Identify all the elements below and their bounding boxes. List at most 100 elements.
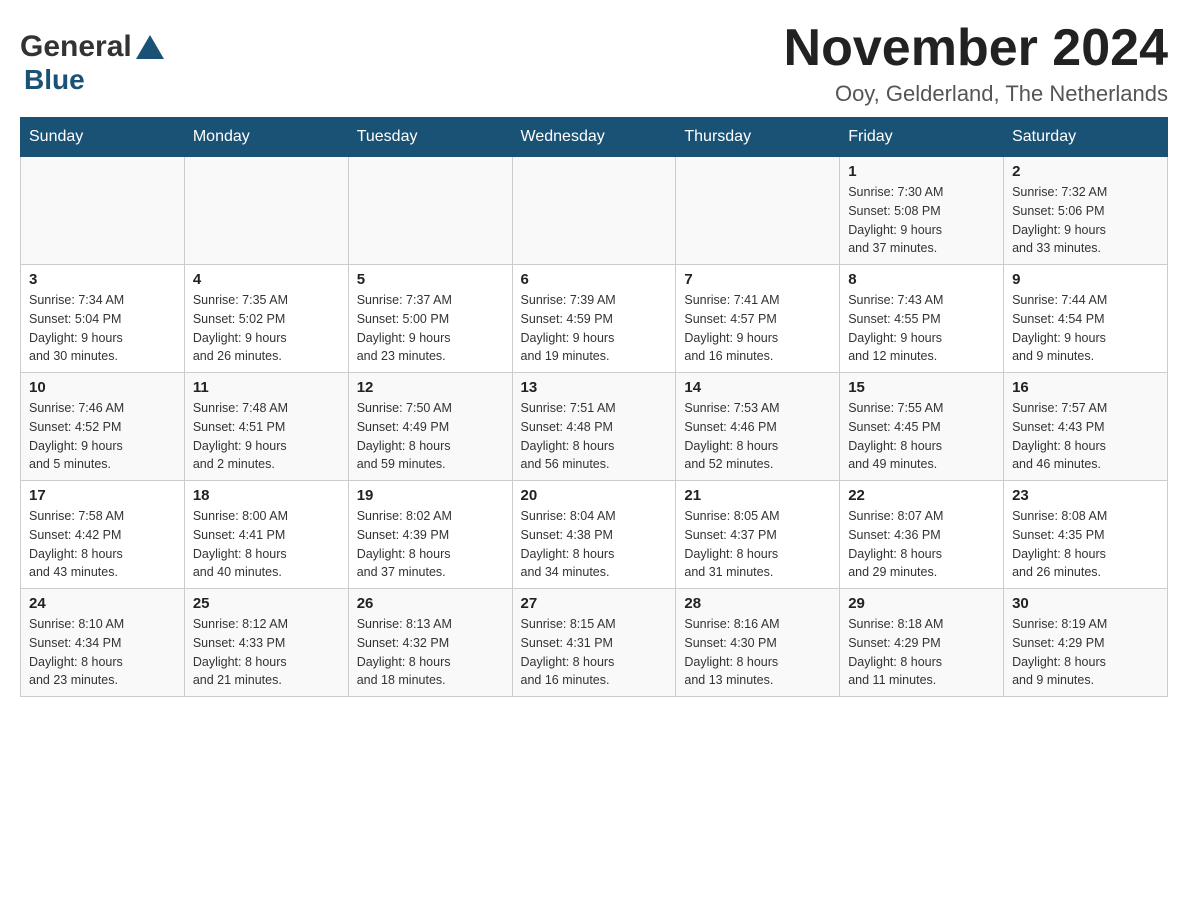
calendar-table: SundayMondayTuesdayWednesdayThursdayFrid… xyxy=(20,117,1168,697)
day-number: 14 xyxy=(684,379,831,396)
day-info: Sunrise: 7:43 AM Sunset: 4:55 PM Dayligh… xyxy=(848,291,995,366)
day-info: Sunrise: 7:58 AM Sunset: 4:42 PM Dayligh… xyxy=(29,507,176,582)
day-number: 1 xyxy=(848,163,995,180)
day-number: 21 xyxy=(684,487,831,504)
calendar-cell: 12 Sunrise: 7:50 AM Sunset: 4:49 PM Dayli… xyxy=(348,373,512,481)
calendar-cell: 29 Sunrise: 8:18 AM Sunset: 4:29 PM Dayli… xyxy=(840,589,1004,697)
day-number: 29 xyxy=(848,595,995,612)
calendar-cell: 30Sunrise: 8:19 AM Sunset: 4:29 PM Dayli… xyxy=(1004,589,1168,697)
calendar-cell: 22 Sunrise: 8:07 AM Sunset: 4:36 PM Dayli… xyxy=(840,481,1004,589)
location-title: Ooy, Gelderland, The Netherlands xyxy=(784,81,1168,107)
day-number: 20 xyxy=(521,487,668,504)
logo: General Blue xyxy=(20,20,168,96)
day-number: 11 xyxy=(193,379,340,396)
header: General Blue November 2024 Ooy, Gelderla… xyxy=(20,20,1168,107)
calendar-cell: 1 Sunrise: 7:30 AM Sunset: 5:08 PM Daylig… xyxy=(840,157,1004,265)
day-number: 6 xyxy=(521,271,668,288)
calendar-cell: 17 Sunrise: 7:58 AM Sunset: 4:42 PM Dayli… xyxy=(21,481,185,589)
day-number: 19 xyxy=(357,487,504,504)
day-number: 4 xyxy=(193,271,340,288)
day-info: Sunrise: 7:37 AM Sunset: 5:00 PM Dayligh… xyxy=(357,291,504,366)
day-info: Sunrise: 8:13 AM Sunset: 4:32 PM Dayligh… xyxy=(357,615,504,690)
day-info: Sunrise: 7:50 AM Sunset: 4:49 PM Dayligh… xyxy=(357,399,504,474)
day-number: 27 xyxy=(521,595,668,612)
day-number: 12 xyxy=(357,379,504,396)
day-number: 3 xyxy=(29,271,176,288)
day-info: Sunrise: 7:53 AM Sunset: 4:46 PM Dayligh… xyxy=(684,399,831,474)
day-info: Sunrise: 8:00 AM Sunset: 4:41 PM Dayligh… xyxy=(193,507,340,582)
weekday-header-tuesday: Tuesday xyxy=(348,118,512,157)
day-info: Sunrise: 7:51 AM Sunset: 4:48 PM Dayligh… xyxy=(521,399,668,474)
day-number: 15 xyxy=(848,379,995,396)
day-number: 26 xyxy=(357,595,504,612)
weekday-header-sunday: Sunday xyxy=(21,118,185,157)
calendar-cell: 18 Sunrise: 8:00 AM Sunset: 4:41 PM Dayli… xyxy=(184,481,348,589)
calendar-cell: 8Sunrise: 7:43 AM Sunset: 4:55 PM Daylig… xyxy=(840,265,1004,373)
day-info: Sunrise: 7:46 AM Sunset: 4:52 PM Dayligh… xyxy=(29,399,176,474)
calendar-cell xyxy=(21,157,185,265)
day-number: 13 xyxy=(521,379,668,396)
calendar-cell: 24Sunrise: 8:10 AM Sunset: 4:34 PM Dayli… xyxy=(21,589,185,697)
day-info: Sunrise: 8:02 AM Sunset: 4:39 PM Dayligh… xyxy=(357,507,504,582)
calendar-cell: 5 Sunrise: 7:37 AM Sunset: 5:00 PM Daylig… xyxy=(348,265,512,373)
day-number: 2 xyxy=(1012,163,1159,180)
weekday-header-row: SundayMondayTuesdayWednesdayThursdayFrid… xyxy=(21,118,1168,157)
day-info: Sunrise: 8:05 AM Sunset: 4:37 PM Dayligh… xyxy=(684,507,831,582)
day-number: 18 xyxy=(193,487,340,504)
day-info: Sunrise: 8:07 AM Sunset: 4:36 PM Dayligh… xyxy=(848,507,995,582)
calendar-cell: 10 Sunrise: 7:46 AM Sunset: 4:52 PM Dayli… xyxy=(21,373,185,481)
calendar-cell xyxy=(348,157,512,265)
calendar-week-2: 3 Sunrise: 7:34 AM Sunset: 5:04 PM Daylig… xyxy=(21,265,1168,373)
day-number: 25 xyxy=(193,595,340,612)
day-info: Sunrise: 7:48 AM Sunset: 4:51 PM Dayligh… xyxy=(193,399,340,474)
day-info: Sunrise: 8:12 AM Sunset: 4:33 PM Dayligh… xyxy=(193,615,340,690)
calendar-cell: 25 Sunrise: 8:12 AM Sunset: 4:33 PM Dayli… xyxy=(184,589,348,697)
calendar-cell: 21 Sunrise: 8:05 AM Sunset: 4:37 PM Dayli… xyxy=(676,481,840,589)
day-info: Sunrise: 7:57 AM Sunset: 4:43 PM Dayligh… xyxy=(1012,399,1159,474)
weekday-header-saturday: Saturday xyxy=(1004,118,1168,157)
weekday-header-monday: Monday xyxy=(184,118,348,157)
calendar-cell: 11 Sunrise: 7:48 AM Sunset: 4:51 PM Dayli… xyxy=(184,373,348,481)
weekday-header-thursday: Thursday xyxy=(676,118,840,157)
day-info: Sunrise: 8:18 AM Sunset: 4:29 PM Dayligh… xyxy=(848,615,995,690)
calendar-week-4: 17 Sunrise: 7:58 AM Sunset: 4:42 PM Dayli… xyxy=(21,481,1168,589)
calendar-cell: 3 Sunrise: 7:34 AM Sunset: 5:04 PM Daylig… xyxy=(21,265,185,373)
day-number: 7 xyxy=(684,271,831,288)
calendar-cell: 9Sunrise: 7:44 AM Sunset: 4:54 PM Daylig… xyxy=(1004,265,1168,373)
day-info: Sunrise: 8:04 AM Sunset: 4:38 PM Dayligh… xyxy=(521,507,668,582)
calendar-cell: 7Sunrise: 7:41 AM Sunset: 4:57 PM Daylig… xyxy=(676,265,840,373)
day-info: Sunrise: 7:34 AM Sunset: 5:04 PM Dayligh… xyxy=(29,291,176,366)
day-info: Sunrise: 7:35 AM Sunset: 5:02 PM Dayligh… xyxy=(193,291,340,366)
calendar-cell: 2 Sunrise: 7:32 AM Sunset: 5:06 PM Daylig… xyxy=(1004,157,1168,265)
day-number: 17 xyxy=(29,487,176,504)
calendar-cell: 13 Sunrise: 7:51 AM Sunset: 4:48 PM Dayli… xyxy=(512,373,676,481)
day-info: Sunrise: 8:19 AM Sunset: 4:29 PM Dayligh… xyxy=(1012,615,1159,690)
calendar-cell: 23 Sunrise: 8:08 AM Sunset: 4:35 PM Dayli… xyxy=(1004,481,1168,589)
day-number: 28 xyxy=(684,595,831,612)
day-info: Sunrise: 8:15 AM Sunset: 4:31 PM Dayligh… xyxy=(521,615,668,690)
day-number: 16 xyxy=(1012,379,1159,396)
calendar-cell: 19 Sunrise: 8:02 AM Sunset: 4:39 PM Dayli… xyxy=(348,481,512,589)
calendar-week-1: 1 Sunrise: 7:30 AM Sunset: 5:08 PM Daylig… xyxy=(21,157,1168,265)
day-info: Sunrise: 7:32 AM Sunset: 5:06 PM Dayligh… xyxy=(1012,183,1159,258)
title-area: November 2024 Ooy, Gelderland, The Nethe… xyxy=(784,20,1168,107)
calendar-cell: 15Sunrise: 7:55 AM Sunset: 4:45 PM Dayli… xyxy=(840,373,1004,481)
day-number: 24 xyxy=(29,595,176,612)
day-number: 23 xyxy=(1012,487,1159,504)
day-info: Sunrise: 8:16 AM Sunset: 4:30 PM Dayligh… xyxy=(684,615,831,690)
logo-blue-text: Blue xyxy=(24,64,85,95)
day-info: Sunrise: 8:08 AM Sunset: 4:35 PM Dayligh… xyxy=(1012,507,1159,582)
calendar-cell xyxy=(676,157,840,265)
weekday-header-wednesday: Wednesday xyxy=(512,118,676,157)
weekday-header-friday: Friday xyxy=(840,118,1004,157)
day-info: Sunrise: 7:30 AM Sunset: 5:08 PM Dayligh… xyxy=(848,183,995,258)
calendar-cell: 4 Sunrise: 7:35 AM Sunset: 5:02 PM Daylig… xyxy=(184,265,348,373)
day-number: 10 xyxy=(29,379,176,396)
calendar-week-5: 24Sunrise: 8:10 AM Sunset: 4:34 PM Dayli… xyxy=(21,589,1168,697)
calendar-cell: 14 Sunrise: 7:53 AM Sunset: 4:46 PM Dayli… xyxy=(676,373,840,481)
day-number: 22 xyxy=(848,487,995,504)
calendar-cell: 27 Sunrise: 8:15 AM Sunset: 4:31 PM Dayli… xyxy=(512,589,676,697)
logo-icon xyxy=(136,35,164,59)
day-info: Sunrise: 7:44 AM Sunset: 4:54 PM Dayligh… xyxy=(1012,291,1159,366)
day-number: 5 xyxy=(357,271,504,288)
